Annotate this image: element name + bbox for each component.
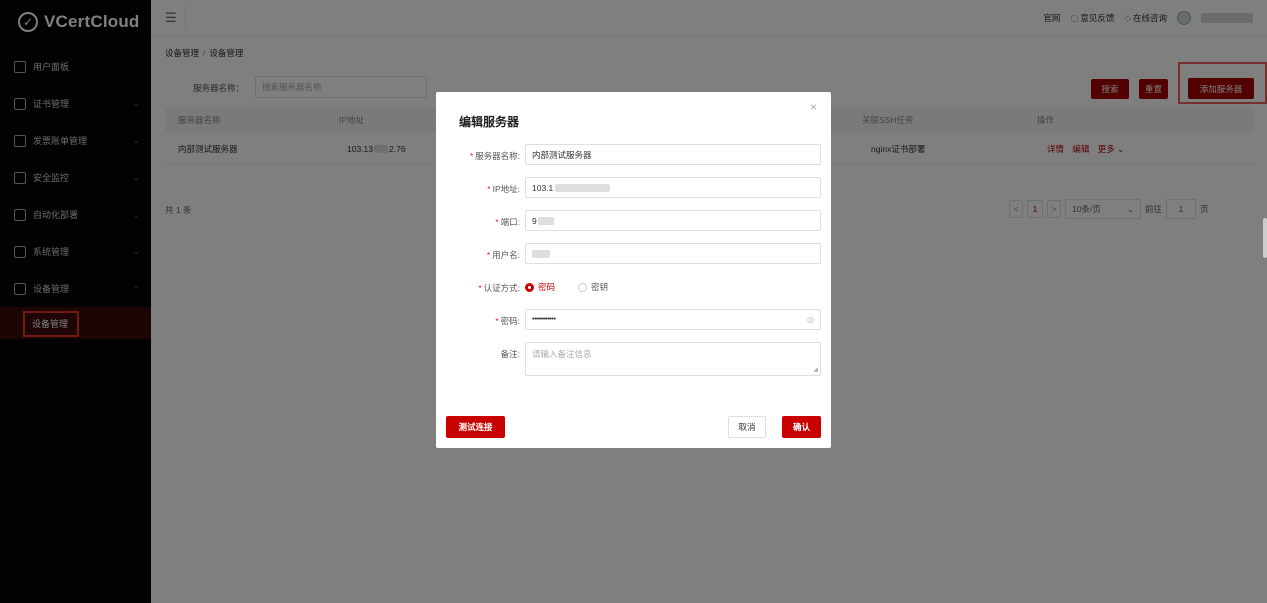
remark-placeholder: 请输入备注信息 (532, 349, 592, 359)
required-mark: * (495, 217, 499, 227)
cancel-button[interactable]: 取消 (728, 416, 766, 438)
required-mark: * (478, 283, 482, 293)
scrollbar-thumb[interactable] (1263, 218, 1267, 258)
remark-textarea[interactable]: 请输入备注信息 ◢ (525, 342, 821, 376)
ip-value: 103.1 (532, 182, 554, 193)
radio-label: 密码 (538, 282, 556, 292)
redacted (532, 249, 550, 258)
remark-label: 备注: (500, 349, 520, 359)
redacted (555, 183, 611, 192)
username-input[interactable] (525, 243, 821, 264)
radio-unchecked-icon (578, 282, 587, 292)
close-icon[interactable]: × (810, 100, 817, 114)
username-label: * 用户名: (436, 249, 520, 261)
auth-method-label: * 认证方式: (436, 282, 520, 294)
required-mark: * (495, 316, 499, 326)
port-label: * 端口: (436, 216, 520, 228)
password-label: * 密码: (436, 315, 520, 327)
resize-handle-icon[interactable]: ◢ (813, 366, 818, 373)
label-text: 密码: (500, 316, 520, 326)
redacted (537, 216, 554, 225)
required-mark: * (486, 250, 491, 260)
test-connection-button[interactable]: 测试连接 (446, 416, 505, 438)
ip-input[interactable]: 103.1 (525, 177, 821, 198)
label-text: 端口: (500, 217, 520, 227)
label-text: 服务器名称: (475, 151, 520, 161)
auth-key-radio[interactable]: 密钥 (578, 281, 608, 293)
eye-icon[interactable]: ◎ (807, 315, 814, 324)
port-input[interactable]: 9 (525, 210, 821, 231)
label-text: 用户名: (492, 250, 520, 260)
server-name-input[interactable]: 内部测试服务器 (525, 144, 821, 165)
required-mark: * (487, 184, 491, 194)
confirm-button[interactable]: 确认 (782, 416, 821, 438)
port-value: 9 (532, 215, 537, 226)
password-input[interactable]: •••••••••••• ◎ (525, 309, 821, 330)
server-name-label: * 服务器名称: (436, 150, 520, 162)
label-text: 认证方式: (483, 283, 520, 293)
label-text: IP地址: (492, 184, 520, 194)
ip-label: * IP地址: (436, 183, 520, 195)
auth-password-radio[interactable]: 密码 (525, 281, 555, 293)
password-value: •••••••••••• (532, 316, 556, 323)
edit-server-dialog: 编辑服务器 × * 服务器名称: 内部测试服务器 * IP地址: 103.1 * 端口… (436, 92, 831, 448)
radio-checked-icon (525, 282, 534, 292)
dialog-title: 编辑服务器 (459, 115, 520, 129)
radio-label: 密钥 (591, 282, 609, 292)
required-mark: * (469, 151, 474, 161)
